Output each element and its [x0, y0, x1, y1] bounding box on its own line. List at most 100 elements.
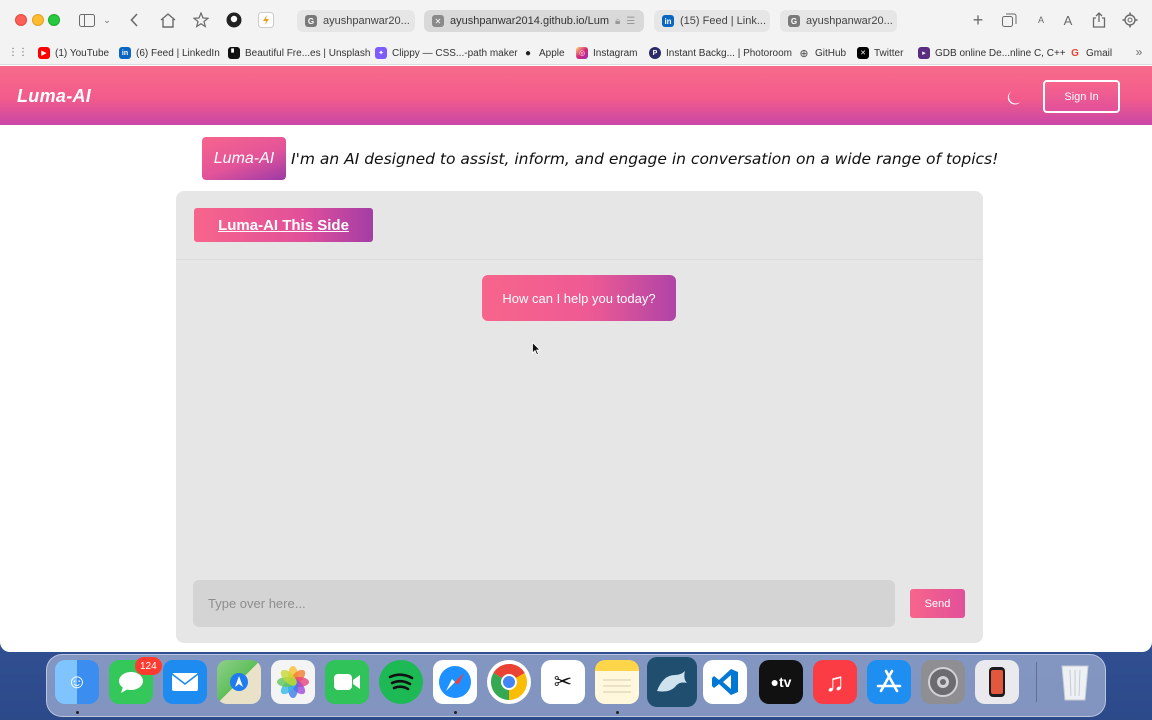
settings-gear-icon[interactable]: [1121, 10, 1139, 30]
apple-icon: ●: [524, 47, 532, 59]
reader-icon[interactable]: ☰: [626, 16, 635, 27]
home-icon[interactable]: [159, 10, 177, 30]
chevron-right-double-icon[interactable]: »: [1132, 44, 1146, 60]
running-indicator: [76, 711, 79, 714]
music-icon[interactable]: ♫: [813, 660, 857, 704]
chat-divider: [176, 259, 983, 260]
close-tab-icon[interactable]: ✕: [432, 15, 444, 27]
zoom-in-button[interactable]: A: [1060, 10, 1076, 30]
safari-window: ⌄ G ayushpanwar20... ✕ ayushpanwar2014.g…: [0, 0, 1152, 652]
google-icon: G: [1071, 47, 1079, 59]
tab-label: ayushpanwar20...: [806, 15, 893, 27]
star-icon[interactable]: [192, 10, 210, 30]
favorite-label: Clippy — CSS...-path maker: [392, 47, 518, 59]
tab-3[interactable]: in (15) Feed | Link...: [654, 10, 770, 32]
favorite-unsplash[interactable]: ▘ Beautiful Fre...es | Unsplash: [228, 45, 370, 61]
site-navbar: Luma-AI: [0, 66, 1152, 125]
apps-grid-icon[interactable]: ⋮⋮: [8, 44, 28, 60]
instagram-icon: ◎: [576, 47, 588, 59]
intro-brand-badge: Luma-AI: [202, 137, 286, 180]
favorite-apple[interactable]: ● Apple: [522, 45, 565, 61]
dock-separator: [1036, 662, 1037, 702]
favorite-label: Twitter: [874, 47, 904, 59]
brand-logo[interactable]: Luma-AI: [17, 86, 91, 107]
favorite-instagram[interactable]: ◎ Instagram: [576, 45, 637, 61]
chevron-down-icon[interactable]: ⌄: [102, 10, 112, 30]
sidebar-icon[interactable]: [78, 10, 96, 30]
favorite-gmail[interactable]: G Gmail: [1069, 45, 1112, 61]
favorite-label: (6) Feed | LinkedIn: [136, 47, 220, 59]
close-window-button[interactable]: [15, 14, 27, 26]
favorite-label: Apple: [539, 47, 565, 59]
chat-panel: Luma-AI This Side How can I help you tod…: [176, 191, 983, 643]
notes-icon[interactable]: [595, 660, 639, 704]
back-icon[interactable]: [127, 10, 141, 30]
capcut-icon[interactable]: ✂︎: [541, 660, 585, 704]
favorite-label: Beautiful Fre...es | Unsplash: [245, 47, 371, 59]
youtube-icon: ▶: [38, 47, 50, 59]
extension-icon[interactable]: [256, 10, 276, 30]
favorite-gdb[interactable]: ▸ GDB online De...nline C, C++: [918, 45, 1066, 61]
maps-icon[interactable]: [217, 660, 261, 704]
intro-text: I'm an AI designed to assist, inform, an…: [291, 149, 999, 168]
photos-icon[interactable]: [271, 660, 315, 704]
linkedin-icon: in: [119, 47, 131, 59]
bot-message: How can I help you today?: [482, 275, 676, 321]
share-icon[interactable]: [1090, 10, 1108, 30]
favorite-label: Instant Backg... | Photoroom: [666, 47, 792, 59]
favorite-clippy[interactable]: ✦ Clippy — CSS...-path maker: [375, 45, 518, 61]
favorite-label: Gmail: [1086, 47, 1113, 59]
new-tab-icon[interactable]: +: [970, 10, 986, 30]
chat-header-button[interactable]: Luma-AI This Side: [194, 208, 373, 242]
spotify-icon[interactable]: [379, 660, 423, 704]
zoom-window-button[interactable]: [48, 14, 60, 26]
favorites-bar: ⋮⋮ ▶ (1) YouTube in (6) Feed | LinkedIn …: [0, 41, 1152, 65]
send-button[interactable]: Send: [910, 589, 965, 618]
favorite-github[interactable]: ⊕ GitHub: [798, 45, 846, 61]
favorite-linkedin[interactable]: in (6) Feed | LinkedIn: [119, 45, 220, 61]
finder-icon[interactable]: ☺: [55, 660, 99, 704]
favorite-photoroom[interactable]: P Instant Backg... | Photoroom: [649, 45, 792, 61]
tab-overview-icon[interactable]: [1000, 10, 1018, 30]
system-settings-icon[interactable]: [921, 660, 965, 704]
running-indicator: [454, 711, 457, 714]
google-icon: G: [788, 15, 800, 27]
tab-1[interactable]: G ayushpanwar20...: [297, 10, 415, 32]
linkedin-icon: in: [662, 15, 674, 27]
zoom-out-button[interactable]: A: [1034, 10, 1048, 30]
minimize-window-button[interactable]: [32, 14, 44, 26]
message-input[interactable]: [193, 580, 895, 627]
unsplash-icon: ▘: [228, 47, 240, 59]
tab-2-active[interactable]: ✕ ayushpanwar2014.github.io/Lum 🔒︎ ☰: [424, 10, 644, 32]
safari-icon[interactable]: [433, 660, 477, 704]
tab-label: ayushpanwar2014.github.io/Lum: [450, 15, 610, 27]
google-icon: G: [305, 15, 317, 27]
browser-toolbar: ⌄ G ayushpanwar20... ✕ ayushpanwar2014.g…: [0, 0, 1152, 41]
moon-icon[interactable]: [1006, 89, 1024, 107]
favorite-twitter[interactable]: ✕ Twitter: [857, 45, 903, 61]
trash-icon[interactable]: [1053, 660, 1097, 704]
mysql-workbench-icon[interactable]: [647, 657, 697, 707]
tab-4[interactable]: G ayushpanwar20...: [780, 10, 897, 32]
gdb-icon: ▸: [918, 47, 930, 59]
apple-tv-icon[interactable]: ●tv: [759, 660, 803, 704]
github-extension-icon[interactable]: [224, 10, 244, 30]
favorite-youtube[interactable]: ▶ (1) YouTube: [38, 45, 109, 61]
app-store-icon[interactable]: [867, 660, 911, 704]
vscode-icon[interactable]: [703, 660, 747, 704]
sign-in-button[interactable]: Sign In: [1043, 80, 1120, 113]
tab-label: (15) Feed | Link...: [680, 15, 767, 27]
photoroom-icon: P: [649, 47, 661, 59]
iphone-mirroring-icon[interactable]: [975, 660, 1019, 704]
globe-icon: ⊕: [799, 47, 809, 60]
desktop: ⌄ G ayushpanwar20... ✕ ayushpanwar2014.g…: [0, 0, 1152, 720]
mail-icon[interactable]: [163, 660, 207, 704]
tab-label: ayushpanwar20...: [323, 15, 410, 27]
favorite-label: GitHub: [815, 47, 847, 59]
running-indicator: [616, 711, 619, 714]
chrome-icon[interactable]: [487, 660, 531, 704]
favorite-label: (1) YouTube: [55, 47, 110, 59]
clippy-icon: ✦: [375, 47, 387, 59]
mouse-cursor-icon: [532, 342, 541, 356]
facetime-icon[interactable]: [325, 660, 369, 704]
